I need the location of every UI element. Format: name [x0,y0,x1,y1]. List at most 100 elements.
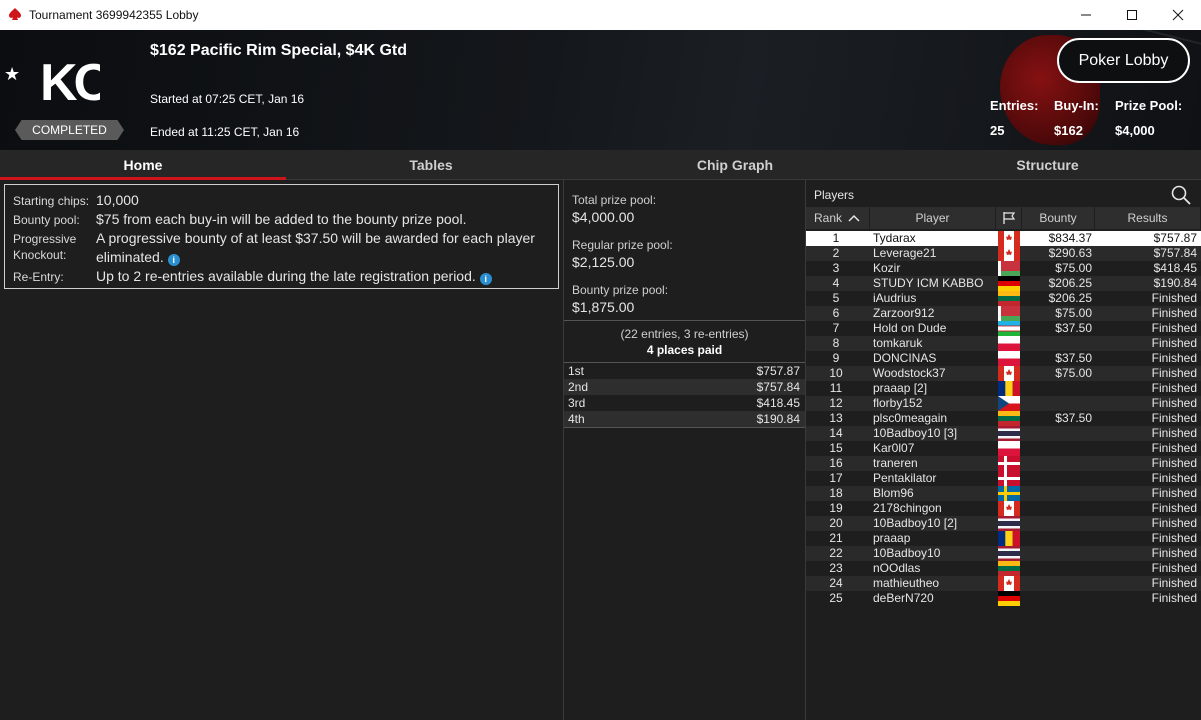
player-rank: 21 [829,531,843,545]
player-name: Tydarax [873,231,916,245]
player-row[interactable]: 7 Hold on Dude $37.50 Finished [806,321,1201,336]
player-row[interactable]: 11 praaap [2] Finished [806,381,1201,396]
players-title: Players [814,188,855,202]
country-flag-icon [998,351,1020,366]
player-result: Finished [1151,411,1197,425]
player-rank: 13 [829,411,843,425]
info-icon[interactable]: i [479,273,492,285]
tab-home[interactable]: Home [0,150,286,180]
starting-chips-label: Starting chips: [13,194,90,208]
player-name: plsc0meagain [873,411,948,425]
player-row[interactable]: 12 florby152 Finished [806,396,1201,411]
player-row[interactable]: 1 Tydarax $834.37 $757.87 [806,231,1201,246]
player-name: Zarzoor912 [873,306,935,320]
player-row[interactable]: 18 Blom96 Finished [806,486,1201,501]
country-column-header[interactable] [996,207,1022,229]
player-rank: 18 [829,486,843,500]
country-flag-icon [998,441,1020,456]
end-time: Ended at 11:25 CET, Jan 16 [150,125,300,139]
player-bounty: $206.25 [1048,291,1092,305]
player-name: 2178chingon [873,501,942,515]
tab-structure[interactable]: Structure [894,150,1201,180]
player-result: Finished [1151,516,1197,530]
sort-ascending-icon [848,214,860,222]
player-row[interactable]: 24 mathieutheo Finished [806,576,1201,591]
player-bounty: $834.37 [1048,231,1092,245]
country-flag-icon [998,561,1020,576]
reentry-label: Re-Entry: [13,270,64,284]
player-result: Finished [1151,441,1197,455]
player-row[interactable]: 9 DONCINAS $37.50 Finished [806,351,1201,366]
player-row[interactable]: 17 Pentakilator Finished [806,471,1201,486]
player-rank: 19 [829,501,843,515]
player-row[interactable]: 19 2178chingon Finished [806,501,1201,516]
search-icon[interactable] [1170,184,1192,206]
tab-tables[interactable]: Tables [286,150,576,180]
player-name: Leverage21 [873,246,937,260]
country-flag-icon [998,321,1020,336]
player-result: Finished [1151,486,1197,500]
player-row[interactable]: 13 plsc0meagain $37.50 Finished [806,411,1201,426]
player-result: $757.87 [1153,231,1197,245]
player-result: Finished [1151,291,1197,305]
player-row[interactable]: 25 deBerN720 Finished [806,591,1201,606]
knockout-logo: KO [40,54,100,107]
country-flag-icon [998,576,1020,591]
player-result: Finished [1151,426,1197,440]
player-row[interactable]: 22 10Badboy10 Finished [806,546,1201,561]
country-flag-icon [998,426,1020,441]
player-row[interactable]: 6 Zarzoor912 $75.00 Finished [806,306,1201,321]
player-result: Finished [1151,396,1197,410]
info-icon[interactable]: i [167,254,180,266]
poker-lobby-button[interactable]: Poker Lobby [1057,38,1190,83]
results-column-header[interactable]: Results [1095,207,1201,229]
progressive-value-cont: eliminated. i [96,248,551,267]
player-name: praaap [873,531,911,545]
close-button[interactable] [1155,0,1201,30]
status-badge: COMPLETED [15,120,124,140]
player-row[interactable]: 3 Kozir $75.00 $418.45 [806,261,1201,276]
player-row[interactable]: 23 nOOdlas Finished [806,561,1201,576]
player-column-header[interactable]: Player [870,207,996,229]
player-rank: 7 [832,321,840,335]
player-rank: 10 [829,366,843,380]
player-row[interactable]: 4 STUDY ICM KABBO $206.25 $190.84 [806,276,1201,291]
country-flag-icon [998,486,1020,501]
player-rank: 6 [832,306,840,320]
player-name: Blom96 [873,486,914,500]
player-row[interactable]: 15 Kar0l07 Finished [806,441,1201,456]
player-rank: 22 [829,546,843,560]
player-rank: 25 [829,591,843,605]
player-row[interactable]: 20 10Badboy10 [2] Finished [806,516,1201,531]
prizepool-value: $4,000 [1115,123,1155,138]
player-rank: 11 [829,381,843,395]
tab-chip-graph[interactable]: Chip Graph [576,150,894,180]
country-flag-icon [998,276,1020,291]
maximize-button[interactable] [1109,0,1155,30]
prizepool-label: Prize Pool: [1115,98,1183,113]
player-row[interactable]: 16 traneren Finished [806,456,1201,471]
entries-summary: (22 entries, 3 re-entries) 4 places paid [564,320,805,362]
favorite-star-icon[interactable]: ★ [4,64,20,85]
player-name: 10Badboy10 [873,546,941,560]
rank-column-header[interactable]: Rank [806,207,870,229]
player-name: nOOdlas [873,561,921,575]
entries-value: 25 [990,123,1005,138]
window-title: Tournament 3699942355 Lobby [29,8,199,22]
player-row[interactable]: 2 Leverage21 $290.63 $757.84 [806,246,1201,261]
bounty-column-header[interactable]: Bounty [1022,207,1095,229]
reentry-value-row: Up to 2 re-entries available during the … [96,267,551,286]
player-row[interactable]: 5 iAudrius $206.25 Finished [806,291,1201,306]
payout-row: 3rd $418.45 [564,395,805,411]
player-row[interactable]: 14 10Badboy10 [3] Finished [806,426,1201,441]
player-row[interactable]: 21 praaap Finished [806,531,1201,546]
player-row[interactable]: 10 Woodstock37 $75.00 Finished [806,366,1201,381]
player-row[interactable]: 8 tomkaruk Finished [806,336,1201,351]
player-rank: 24 [829,576,843,590]
player-name: iAudrius [873,291,917,305]
player-rank: 15 [829,441,843,455]
player-name: Woodstock37 [873,366,946,380]
flag-icon [1002,212,1015,224]
player-rank: 17 [829,471,843,485]
minimize-button[interactable] [1063,0,1109,30]
